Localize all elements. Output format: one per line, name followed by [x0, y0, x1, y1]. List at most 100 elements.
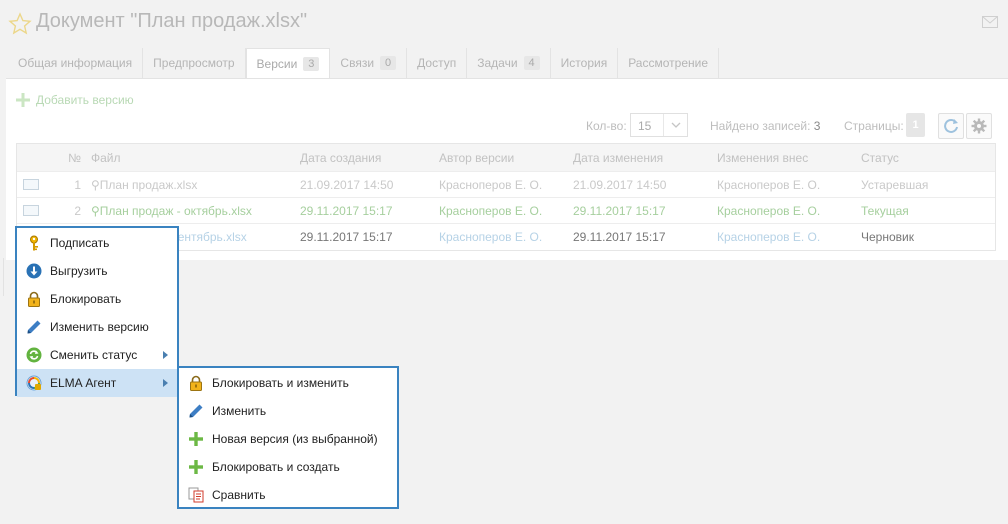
submenu-arrow-icon	[163, 351, 168, 359]
file-link[interactable]: План продаж.xlsx	[100, 178, 198, 192]
left-edge-divider	[0, 258, 4, 296]
cell-changed-by[interactable]: Красноперов Е. О.	[713, 178, 857, 192]
paperclip-icon: ⚲	[91, 177, 100, 192]
submenu-item-lock-and-create[interactable]: Блокировать и создать	[179, 453, 397, 481]
add-version-button[interactable]: Добавить версию	[16, 93, 134, 107]
cell-number: 1	[74, 177, 81, 192]
submenu-item-edit[interactable]: Изменить	[179, 397, 397, 425]
tab-versions[interactable]: Версии 3	[245, 48, 331, 79]
tab-review[interactable]: Рассмотрение	[618, 48, 719, 78]
menu-item-label: Блокировать и создать	[212, 460, 340, 474]
submenu-item-new-version[interactable]: Новая версия (из выбранной)	[179, 425, 397, 453]
cell-created: 29.11.2017 15:17	[300, 230, 393, 244]
header-created[interactable]: Дата создания	[296, 151, 435, 165]
favorite-star-icon[interactable]	[8, 12, 32, 36]
menu-item-change-status[interactable]: Сменить статус	[17, 341, 177, 369]
status-change-icon	[25, 346, 43, 364]
cell-author[interactable]: Красноперов Е. О.	[435, 230, 569, 244]
refresh-button[interactable]	[938, 113, 964, 139]
cell-created: 21.09.2017 14:50	[300, 177, 394, 192]
records-found-label: Найдено записей:	[710, 119, 811, 133]
cell-file[interactable]: ⚲План продаж - октябрь.xlsx	[87, 204, 296, 218]
pencil-icon	[187, 402, 205, 420]
tab-label: Общая информация	[18, 56, 133, 70]
row-menu-icon[interactable]	[17, 205, 57, 216]
table-row[interactable]: 1 ⚲План продаж.xlsx 21.09.2017 14:50 Кра…	[17, 172, 995, 198]
tab-bar: Общая информация Предпросмотр Версии 3 Св…	[8, 48, 719, 79]
header-status[interactable]: Статус	[857, 151, 995, 165]
compare-icon	[187, 486, 205, 504]
menu-item-lock[interactable]: Блокировать	[17, 285, 177, 313]
tab-access[interactable]: Доступ	[407, 48, 468, 78]
tab-badge: 0	[380, 56, 397, 70]
context-menu: Подписать Выгрузить Блокировать Изменить…	[15, 226, 179, 397]
lock-icon	[187, 374, 205, 392]
page-header: Документ "План продаж.xlsx"	[0, 0, 1008, 46]
paperclip-icon: ⚲	[91, 203, 100, 218]
menu-item-label: Изменить версию	[50, 320, 149, 334]
tab-badge: 3	[303, 57, 320, 71]
header-file[interactable]: Файл	[87, 151, 296, 165]
cell-status: Черновик	[861, 230, 914, 244]
count-label: Кол-во:	[586, 119, 627, 133]
header-changed-by[interactable]: Изменения внес	[713, 151, 857, 165]
table-row[interactable]: 2 ⚲План продаж - октябрь.xlsx 29.11.2017…	[17, 198, 995, 224]
menu-item-elma-agent[interactable]: ELMA Агент	[17, 369, 177, 397]
tab-label: История	[560, 56, 608, 70]
records-found: Найдено записей: 3	[710, 119, 820, 133]
cell-file[interactable]: ⚲План продаж.xlsx	[87, 178, 296, 192]
cell-author[interactable]: Красноперов Е. О.	[435, 204, 569, 218]
key-icon	[25, 234, 43, 252]
tab-preview[interactable]: Предпросмотр	[143, 48, 246, 78]
submenu-arrow-icon	[163, 379, 168, 387]
header-modified[interactable]: Дата изменения	[569, 151, 713, 165]
cell-changed-by[interactable]: Красноперов Е. О.	[713, 204, 857, 218]
menu-item-label: Выгрузить	[50, 264, 108, 278]
cell-changed-by[interactable]: Красноперов Е. О.	[713, 230, 857, 244]
cell-modified: 29.11.2017 15:17	[573, 203, 666, 218]
tab-label: Связи	[340, 56, 375, 70]
menu-item-label: Блокировать	[50, 292, 122, 306]
lock-icon	[25, 290, 43, 308]
chevron-down-icon	[663, 114, 687, 136]
plus-icon	[187, 458, 205, 476]
page-size-select[interactable]: 15	[630, 113, 688, 137]
plus-icon	[187, 430, 205, 448]
cell-modified: 21.09.2017 14:50	[573, 177, 667, 192]
mail-icon[interactable]	[982, 16, 998, 28]
menu-item-sign[interactable]: Подписать	[17, 229, 177, 257]
cell-created: 29.11.2017 15:17	[300, 203, 393, 218]
settings-button[interactable]	[966, 113, 992, 139]
menu-item-edit-version[interactable]: Изменить версию	[17, 313, 177, 341]
tab-tasks[interactable]: Задачи 4	[467, 48, 551, 78]
tab-label: Версии	[256, 57, 298, 71]
menu-item-label: Изменить	[212, 404, 267, 418]
cell-modified: 29.11.2017 15:17	[573, 230, 666, 244]
elma-agent-icon	[25, 374, 43, 392]
tab-label: Доступ	[417, 56, 457, 70]
records-found-value: 3	[813, 119, 821, 133]
header-author[interactable]: Автор версии	[435, 151, 569, 165]
tab-label: Задачи	[477, 56, 518, 70]
header-number[interactable]: №	[57, 151, 87, 165]
submenu-item-lock-and-edit[interactable]: Блокировать и изменить	[179, 369, 397, 397]
grid-toolbar: Кол-во: 15 Найдено записей: 3 Страницы: …	[6, 113, 1008, 139]
page-number-button[interactable]: 1	[906, 113, 925, 137]
refresh-icon	[944, 118, 958, 133]
menu-item-label: Блокировать и изменить	[212, 376, 349, 390]
menu-item-label: Сравнить	[212, 488, 266, 502]
tab-general[interactable]: Общая информация	[8, 48, 144, 78]
submenu-item-compare[interactable]: Сравнить	[179, 481, 397, 509]
tab-links[interactable]: Связи 0	[330, 48, 408, 78]
pages-label: Страницы:	[844, 119, 904, 133]
menu-item-label: ELMA Агент	[50, 376, 117, 390]
tab-label: Рассмотрение	[628, 56, 708, 70]
tab-history[interactable]: История	[551, 48, 619, 78]
menu-item-label: Новая версия (из выбранной)	[212, 432, 378, 446]
cell-author[interactable]: Красноперов Е. О.	[435, 178, 569, 192]
cell-status: Текущая	[861, 203, 909, 218]
file-link[interactable]: План продаж - октябрь.xlsx	[100, 204, 252, 218]
menu-item-download[interactable]: Выгрузить	[17, 257, 177, 285]
cell-status: Устаревшая	[861, 177, 929, 192]
row-menu-icon[interactable]	[17, 179, 57, 190]
